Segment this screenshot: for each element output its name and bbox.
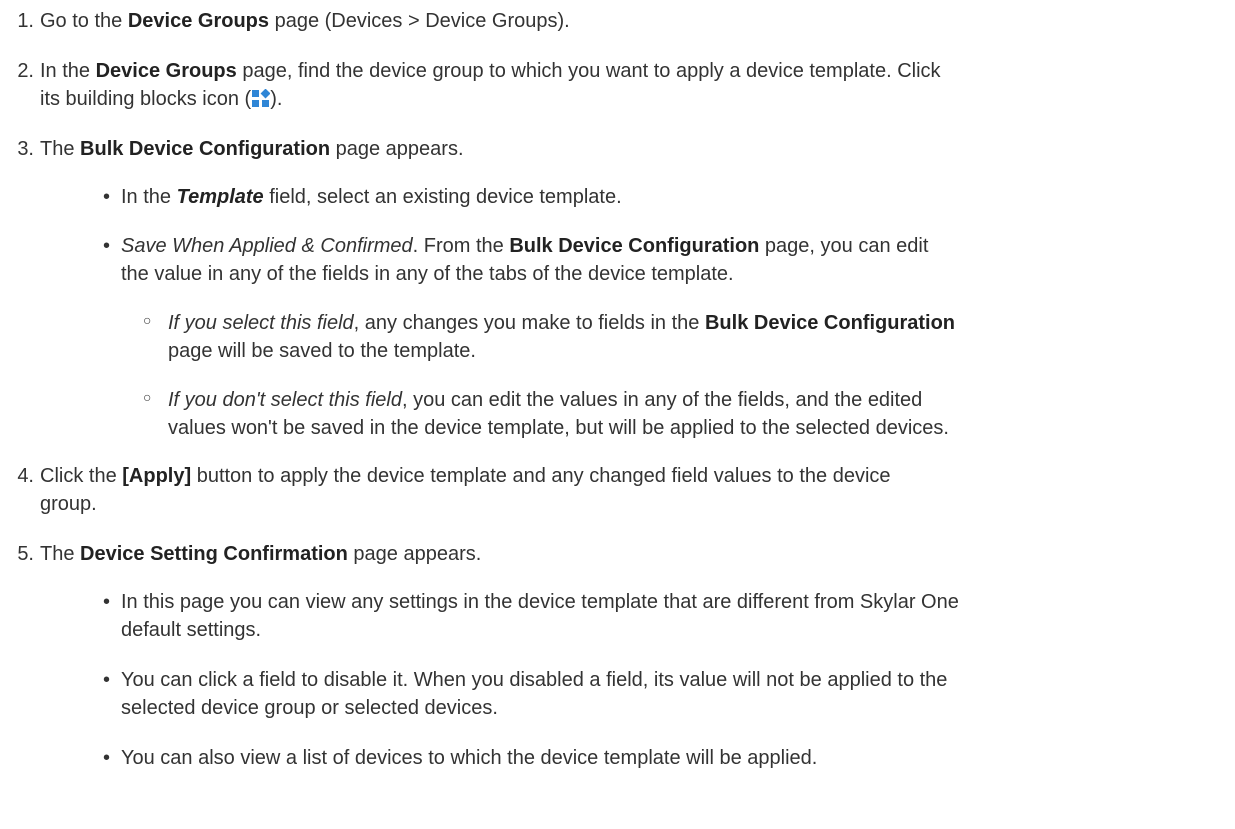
step-3-sub-2: ○ If you don't select this field, you ca…: [0, 386, 1225, 442]
step-5-bullet-2: • You can click a field to disable it. W…: [0, 666, 1225, 722]
bullet-text: You can click a field to disable it. Whe…: [121, 669, 948, 691]
step-text: Go to the: [40, 10, 128, 32]
step-5-bullet-1: • In this page you can view any settings…: [0, 588, 1225, 644]
step-text: Click the: [40, 465, 123, 487]
condition-text: If you don't select this field: [168, 389, 402, 411]
step-4: 4. Click the [Apply] button to apply the…: [0, 462, 1225, 518]
ui-term: Bulk Device Configuration: [704, 312, 956, 334]
sub-text: , you can edit the values in any of the …: [401, 389, 923, 411]
bullet-text: default settings.: [121, 619, 262, 641]
ui-term: Device Groups: [127, 10, 270, 32]
step-text: In the: [40, 60, 96, 82]
step-text: page appears.: [330, 138, 464, 160]
step-text: ).: [270, 88, 283, 110]
step-5: 5. The Device Setting Confirmation page …: [0, 540, 1225, 568]
field-name: Save When Applied & Confirmed: [121, 235, 413, 257]
step-2: 2. In the Device Groups page, find the d…: [0, 57, 1225, 113]
bullet-text: selected device group or selected device…: [121, 697, 498, 719]
ui-term: Device Groups: [95, 60, 237, 82]
ui-term: Bulk Device Configuration: [80, 138, 331, 160]
step-number: 4.: [17, 465, 34, 487]
step-number: 3.: [17, 138, 34, 160]
sub-text: values won't be saved in the device temp…: [168, 417, 949, 439]
building-blocks-icon: [251, 88, 271, 107]
step-text: The: [40, 138, 81, 160]
bullet-dot: •: [103, 669, 111, 691]
step-text: The: [40, 543, 81, 565]
step-3: 3. The Bulk Device Configuration page ap…: [0, 135, 1225, 163]
bullet-text: In the: [121, 186, 177, 208]
step-text: button to apply the device template and …: [191, 465, 891, 487]
bullet-text: page, you can edit: [759, 235, 929, 257]
bullet-text: You can also view a list of devices to w…: [121, 747, 818, 769]
ui-term: Device Setting Confirmation: [80, 543, 348, 565]
sub-bullet-circle: ○: [143, 389, 152, 405]
step-text: group.: [40, 493, 97, 515]
bullet-text: field, select an existing device templat…: [263, 186, 622, 208]
sub-text: , any changes you make to fields in the: [353, 312, 705, 334]
document: 1. Go to the Device Groups page (Devices…: [0, 0, 1235, 829]
step-text: its building blocks icon (: [40, 88, 252, 110]
ui-term: [Apply]: [122, 465, 192, 487]
step-text: page (Devices > Device Groups).: [269, 10, 570, 32]
bullet-dot: •: [103, 186, 111, 208]
step-number: 2.: [17, 60, 34, 82]
step-1: 1. Go to the Device Groups page (Devices…: [0, 7, 1225, 35]
ui-term: Bulk Device Configuration: [509, 235, 760, 257]
bullet-text: . From the: [412, 235, 510, 257]
step-number: 5.: [17, 543, 34, 565]
sub-text: page will be saved to the template.: [168, 340, 476, 362]
step-text: page appears.: [347, 543, 482, 565]
sub-bullet-circle: ○: [143, 312, 152, 328]
step-text: page, find the device group to which you…: [236, 60, 941, 82]
condition-text: If you select this field: [168, 312, 354, 334]
bullet-text: In this page you can view any settings i…: [121, 591, 959, 613]
bullet-text: the value in any of the fields in any of…: [121, 263, 734, 285]
step-3-bullet-2: • Save When Applied & Confirmed. From th…: [0, 232, 1225, 288]
field-name: Template: [176, 186, 264, 208]
step-3-bullet-1: • In the Template field, select an exist…: [0, 183, 1225, 211]
bullet-dot: •: [103, 747, 111, 769]
step-3-sub-1: ○ If you select this field, any changes …: [0, 309, 1225, 365]
bullet-dot: •: [103, 591, 111, 613]
step-5-bullet-3: • You can also view a list of devices to…: [0, 744, 1225, 772]
step-number: 1.: [17, 10, 34, 32]
bullet-dot: •: [103, 235, 111, 257]
